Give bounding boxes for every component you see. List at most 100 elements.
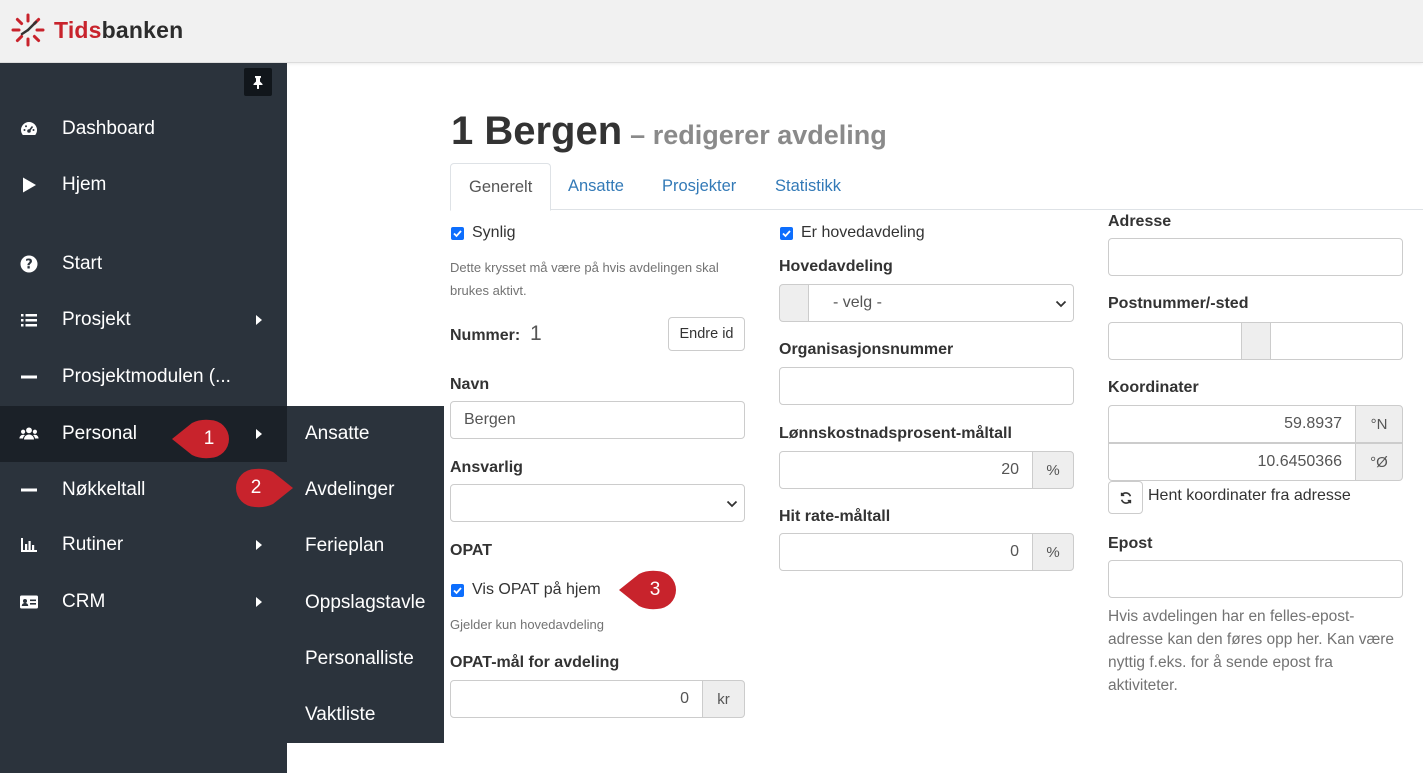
latitude-input[interactable]: 59.8937 — [1108, 405, 1356, 443]
poststed-input[interactable] — [1270, 322, 1403, 360]
sidebar-item-label: Dashboard — [62, 118, 155, 139]
synlig-help: Dette krysset må være på hvis avdelingen… — [450, 260, 719, 298]
svg-text:?: ? — [25, 258, 33, 273]
synlig-label: Synlig — [472, 224, 516, 241]
postnr-input[interactable] — [1108, 322, 1242, 360]
caret-right-icon — [256, 597, 262, 607]
tab-bar: Generelt Ansatte Prosjekter Statistikk — [450, 163, 1423, 211]
tab-prosjekter[interactable]: Prosjekter — [644, 163, 754, 210]
question-circle-icon: ? — [18, 253, 40, 275]
sidebar-item-dashboard[interactable]: Dashboard — [0, 101, 287, 157]
dashboard-icon — [18, 118, 40, 140]
hitrate-input[interactable]: 0 — [779, 533, 1033, 571]
epost-label: Epost — [1108, 535, 1153, 552]
postnr-separator — [1241, 322, 1271, 360]
minus-icon — [18, 366, 40, 388]
page-title: 1 Bergen – redigerer avdeling — [451, 109, 887, 153]
tab-generelt[interactable]: Generelt — [450, 163, 552, 211]
tidsbanken-logo-icon — [11, 13, 45, 47]
orgnr-input[interactable] — [779, 367, 1074, 405]
hitrate-unit: % — [1032, 533, 1074, 571]
koordinater-label: Koordinater — [1108, 379, 1199, 396]
sidebar-item-hjem[interactable]: Hjem — [0, 157, 287, 213]
id-card-icon — [18, 591, 40, 613]
callout-2: 2 — [231, 468, 295, 508]
check-icon — [453, 587, 462, 595]
sidebar-item-personal[interactable]: Personal — [0, 406, 287, 462]
longitude-input[interactable]: 10.6450366 — [1108, 443, 1356, 481]
logo[interactable]: Tidsbanken — [10, 12, 183, 48]
refresh-coordinates-button[interactable] — [1108, 481, 1143, 514]
play-icon — [18, 174, 40, 196]
navn-label: Navn — [450, 376, 490, 393]
callout-number: 3 — [649, 579, 661, 600]
main-content: 1 Bergen – redigerer avdeling Generelt An… — [287, 63, 1423, 773]
page-subtitle: – redigerer avdeling — [630, 120, 887, 150]
lonn-unit: % — [1032, 451, 1074, 489]
logo-text: Tidsbanken — [54, 16, 184, 43]
callout-1: 1 — [170, 419, 234, 459]
opat-maal-input[interactable]: 0 — [450, 680, 703, 718]
tab-ansatte[interactable]: Ansatte — [550, 163, 642, 210]
sidebar: Dashboard Hjem ? Start Prosjekt Prosjekt… — [0, 63, 287, 773]
ansvarlig-label: Ansvarlig — [450, 459, 523, 476]
sidebar-item-label: CRM — [62, 591, 106, 612]
check-icon — [453, 230, 462, 238]
hovedavdeling-value: - velg - — [833, 294, 882, 311]
nummer-label: Nummer: — [450, 327, 521, 344]
hovedavdeling-label: Hovedavdeling — [779, 258, 893, 275]
vis-opat-help: Gjelder kun hovedavdeling — [450, 617, 604, 632]
pin-button[interactable] — [244, 68, 272, 96]
vis-opat-label: Vis OPAT på hjem — [472, 581, 601, 598]
sidebar-item-label: Personal — [62, 423, 137, 444]
sidebar-item-label: Prosjekt — [62, 309, 131, 330]
opat-heading: OPAT — [450, 542, 493, 559]
sidebar-item-rutiner[interactable]: Rutiner — [0, 517, 287, 573]
sidebar-item-label: Prosjektmodulen (... — [62, 366, 231, 387]
list-icon — [18, 309, 40, 331]
ansvarlig-select[interactable] — [450, 484, 745, 522]
chevron-down-icon — [726, 500, 738, 508]
sidebar-item-start[interactable]: ? Start — [0, 236, 287, 292]
users-icon — [18, 423, 40, 445]
lonn-label: Lønnskostnadsprosent-måltall — [779, 425, 1012, 442]
sidebar-item-label: Start — [62, 253, 103, 274]
sidebar-item-prosjekt[interactable]: Prosjekt — [0, 292, 287, 348]
nummer-value: 1 — [530, 322, 542, 345]
opat-maal-label: OPAT-mål for avdeling — [450, 654, 620, 671]
bar-chart-icon — [18, 534, 40, 556]
epost-help: Hvis avdelingen har en felles-epost-adre… — [1108, 608, 1395, 694]
vis-opat-checkbox[interactable] — [451, 584, 464, 597]
sidebar-item-label: Hjem — [62, 174, 107, 195]
navn-input[interactable]: Bergen — [450, 401, 745, 439]
minus-icon — [18, 479, 40, 501]
latitude-unit: °N — [1355, 405, 1403, 443]
callout-number: 1 — [203, 428, 215, 449]
opat-maal-unit: kr — [702, 680, 745, 718]
synlig-checkbox[interactable] — [451, 227, 464, 240]
sidebar-item-crm[interactable]: CRM — [0, 574, 287, 630]
check-icon — [782, 230, 791, 238]
sidebar-item-label: Rutiner — [62, 534, 124, 555]
lonn-input[interactable]: 20 — [779, 451, 1033, 489]
adresse-input[interactable] — [1108, 238, 1403, 276]
adresse-label: Adresse — [1108, 213, 1172, 230]
orgnr-label: Organisasjonsnummer — [779, 341, 954, 358]
hovedavdeling-select[interactable]: - velg - — [808, 284, 1074, 322]
er-hovedavdeling-checkbox[interactable] — [780, 227, 793, 240]
caret-right-icon — [256, 540, 262, 550]
tab-statistikk[interactable]: Statistikk — [757, 163, 859, 210]
hovedavdeling-color-swatch — [779, 284, 809, 322]
epost-input[interactable] — [1108, 560, 1403, 598]
endre-id-button[interactable]: Endre id — [668, 317, 745, 351]
sidebar-item-label: Nøkkeltall — [62, 479, 146, 500]
top-bar: Tidsbanken — [0, 0, 1423, 63]
chevron-down-icon — [1055, 300, 1067, 308]
hent-koordinater-label: Hent koordinater fra adresse — [1148, 487, 1351, 504]
pin-icon — [253, 76, 263, 89]
sidebar-item-prosjektmodulen[interactable]: Prosjektmodulen (... — [0, 349, 287, 405]
longitude-unit: °Ø — [1355, 443, 1403, 481]
caret-right-icon — [256, 315, 262, 325]
caret-right-icon — [256, 429, 262, 439]
er-hovedavdeling-label: Er hovedavdeling — [801, 224, 925, 241]
